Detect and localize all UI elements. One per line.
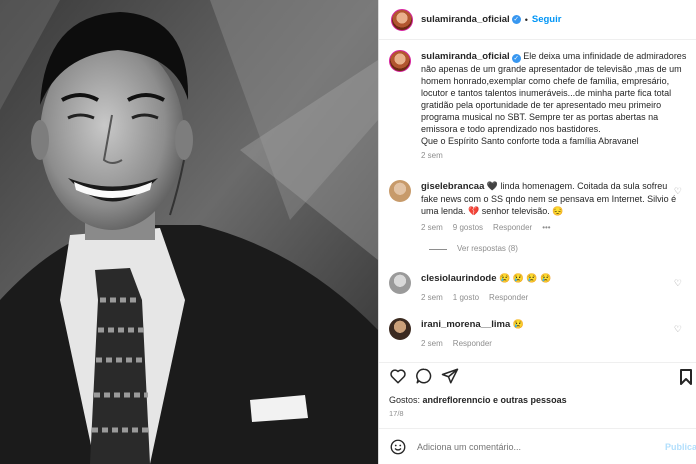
action-icons — [389, 367, 459, 385]
caption-line: programa musical no SBT. Sempre ter as p… — [421, 112, 659, 122]
comment-line: fake news com o SS qndo nem se pensava e… — [421, 194, 677, 204]
caption-avatar[interactable] — [389, 50, 411, 72]
caption-meta: 2 sem — [421, 151, 688, 160]
caption-line: homem honrado,exemplar como chefe de fam… — [421, 76, 670, 86]
verified-badge-icon: ✓ — [511, 15, 521, 24]
portrait-image — [0, 0, 378, 464]
commenter-avatar[interactable] — [389, 180, 411, 202]
add-comment-bar: Publica — [379, 428, 696, 464]
comment-line: 😢 — [512, 319, 524, 329]
verified-badge-icon: ✓ — [511, 54, 521, 63]
commenter-avatar[interactable] — [389, 272, 411, 294]
comment-likes[interactable]: 1 gosto — [453, 293, 479, 302]
reply-button[interactable]: Responder — [489, 293, 528, 302]
more-options-icon[interactable]: ••• — [542, 223, 550, 232]
post-photo[interactable] — [0, 0, 378, 464]
author-username[interactable]: sulamiranda_oficial — [421, 14, 510, 25]
comment-body: clesiolaurindode 😢 😢 😢 😢 2 sem 1 gosto R… — [421, 272, 688, 302]
commenter-avatar[interactable] — [389, 318, 411, 340]
comment-meta: 2 sem Responder — [421, 339, 688, 348]
caption-username[interactable]: sulamiranda_oficial — [421, 51, 510, 62]
caption-line: não apenas de um grande apresentador de … — [421, 64, 682, 74]
caption-line: gratidão pela oportunidade de ter aprese… — [421, 100, 662, 110]
comment-text: clesiolaurindode 😢 😢 😢 😢 — [421, 272, 688, 285]
publish-button[interactable]: Publica — [665, 442, 696, 452]
emoji-smiley-icon[interactable] — [389, 438, 407, 456]
caption-line: emissora e todo aprendizado nos bastidor… — [421, 124, 601, 134]
comment-input[interactable] — [417, 441, 657, 452]
comment-text: giselebrancaa 🖤 linda homenagem. Coitada… — [421, 180, 688, 217]
comment-text: irani_morena__lima 😢 — [421, 318, 688, 331]
comment-body: giselebrancaa 🖤 linda homenagem. Coitada… — [421, 180, 688, 253]
comment-line: 🖤 linda homenagem. Coitada da sula sofre… — [486, 181, 668, 191]
follow-button[interactable]: Seguir — [532, 14, 562, 25]
reply-button[interactable]: Responder — [453, 339, 492, 348]
caption-line: Que o Espírito Santo conforte toda a fam… — [421, 136, 639, 146]
comment-item: clesiolaurindode 😢 😢 😢 😢 2 sem 1 gosto R… — [389, 272, 688, 302]
reply-button[interactable]: Responder — [493, 223, 532, 232]
comment-item: irani_morena__lima 😢 2 sem Responder ♡ — [389, 318, 688, 348]
commenter-username[interactable]: giselebrancaa — [421, 181, 484, 192]
author-avatar[interactable] — [391, 8, 413, 31]
comment-meta: 2 sem 1 gosto Responder — [421, 293, 688, 302]
comment-like-heart-icon[interactable]: ♡ — [674, 278, 682, 289]
caption-body: sulamiranda_oficial ✓ Ele deixa uma infin… — [421, 50, 688, 160]
post-actions-section: Gostos: andreflorenncio e outras pessoas… — [379, 362, 696, 464]
comment-meta: 2 sem 9 gostos Responder ••• — [421, 223, 688, 232]
caption-text: sulamiranda_oficial ✓ Ele deixa uma infin… — [421, 50, 688, 147]
save-bookmark-icon[interactable] — [679, 368, 693, 386]
comment-item: giselebrancaa 🖤 linda homenagem. Coitada… — [389, 180, 688, 253]
caption-line: Ele deixa uma infinidade de admiradores — [523, 51, 687, 61]
comment-like-heart-icon[interactable]: ♡ — [674, 186, 682, 197]
view-replies[interactable]: Ver respostas (8) — [429, 244, 688, 253]
comment-line: 😢 😢 😢 😢 — [499, 273, 552, 283]
caption-time[interactable]: 2 sem — [421, 151, 443, 160]
likes-names[interactable]: andreflorenncio e outras pessoas — [423, 395, 567, 405]
replies-divider — [429, 249, 447, 253]
comment-line: uma lenda. 💔 senhor televisão. 😔 — [421, 206, 564, 216]
like-heart-icon[interactable] — [389, 367, 407, 385]
comment-bubble-icon[interactable] — [415, 367, 433, 385]
view-replies-label[interactable]: Ver respostas (8) — [457, 244, 518, 253]
instagram-post-window: sulamiranda_oficial ✓ • Seguir sulamiran… — [0, 0, 696, 464]
comment-body: irani_morena__lima 😢 2 sem Responder — [421, 318, 688, 348]
comment-time[interactable]: 2 sem — [421, 223, 443, 232]
commenter-username[interactable]: clesiolaurindode — [421, 273, 497, 284]
caption: sulamiranda_oficial ✓ Ele deixa uma infin… — [389, 50, 688, 160]
post-date[interactable]: 17/8 — [389, 409, 404, 418]
caption-line: locutor e tantos talentos inumeráveis...… — [421, 88, 672, 98]
comment-likes[interactable]: 9 gostos — [453, 223, 483, 232]
commenter-username[interactable]: irani_morena__lima — [421, 319, 510, 330]
post-header: sulamiranda_oficial ✓ • Seguir — [379, 0, 696, 40]
comment-like-heart-icon[interactable]: ♡ — [674, 324, 682, 335]
comment-time[interactable]: 2 sem — [421, 339, 443, 348]
share-send-icon[interactable] — [441, 367, 459, 385]
separator-dot: • — [524, 14, 528, 25]
comment-time[interactable]: 2 sem — [421, 293, 443, 302]
likes-label: Gostos: — [389, 395, 421, 405]
post-side-panel: sulamiranda_oficial ✓ • Seguir sulamiran… — [378, 0, 696, 464]
likes-summary: Gostos: andreflorenncio e outras pessoas — [389, 395, 567, 405]
